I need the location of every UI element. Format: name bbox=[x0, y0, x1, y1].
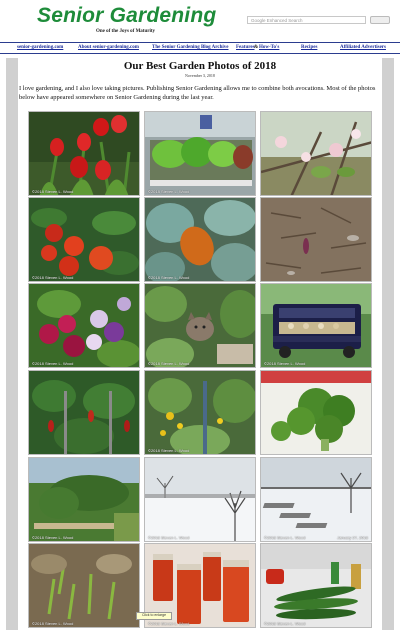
nav-recipes-link[interactable]: Recipes bbox=[301, 45, 317, 50]
photo-tomatoes[interactable]: ©2018 Steven L. Wood bbox=[28, 197, 140, 282]
right-sidebar bbox=[382, 58, 394, 630]
photo-garlic-shoots[interactable]: ©2018 Steven L. Wood bbox=[28, 543, 140, 628]
photo-snowy-yard[interactable]: ©2018 Steven L. Wood bbox=[144, 457, 256, 542]
nav-ampersand: & bbox=[254, 45, 259, 50]
photo-yellow-blooms[interactable]: ©2018 Steven L. Wood bbox=[144, 370, 256, 455]
nav-home-link[interactable]: senior-gardening.com bbox=[17, 45, 63, 50]
nav-about-link[interactable]: About senior-gardening.com bbox=[78, 45, 139, 50]
photo-petunias[interactable]: ©2018 Steven L. Wood bbox=[28, 283, 140, 368]
search-input[interactable]: Google Enhanced Search bbox=[247, 16, 366, 24]
photo-credit: ©2018 Steven L. Wood bbox=[148, 621, 190, 626]
photo-credit: ©2018 Steven L. Wood bbox=[148, 448, 190, 453]
photo-credit: ©2018 Steven L. Wood bbox=[148, 535, 190, 540]
page-title: Our Best Garden Photos of 2018 bbox=[123, 60, 277, 72]
nav-features-link[interactable]: Features bbox=[236, 45, 255, 50]
photo-cat-in-garden[interactable]: ©2018 Steven L. Wood bbox=[144, 283, 256, 368]
post-date: November 3, 2018 bbox=[185, 73, 215, 78]
photo-credit: ©2018 Steven L. Wood bbox=[32, 189, 74, 194]
site-logo[interactable]: Senior Gardening bbox=[37, 4, 216, 28]
photo-snowy-beds[interactable]: ©2018 Steven L. Wood January 27, 2018 bbox=[260, 457, 372, 542]
photo-credit: ©2018 Steven L. Wood bbox=[148, 361, 190, 366]
photo-date: January 27, 2018 bbox=[337, 535, 368, 540]
photo-credit: ©2018 Steven L. Wood bbox=[148, 275, 190, 280]
photo-squash-leaves[interactable]: ©2018 Steven L. Wood bbox=[144, 197, 256, 282]
nav-archive-link[interactable]: The Senior Gardening Blog Archive bbox=[152, 45, 229, 50]
photo-credit: ©2018 Steven L. Wood bbox=[32, 535, 74, 540]
site-tagline: One of the Joys of Maturity bbox=[96, 29, 156, 34]
intro-text: I love gardening, and I also love taking… bbox=[19, 85, 376, 101]
photo-raised-beds[interactable]: ©2018 Steven L. Wood bbox=[28, 457, 140, 542]
search-button[interactable] bbox=[370, 16, 390, 24]
photo-credit: ©2018 Steven L. Wood bbox=[264, 361, 306, 366]
photo-broccoli[interactable] bbox=[260, 370, 372, 455]
photo-credit: ©2018 Steven L. Wood bbox=[264, 535, 306, 540]
left-sidebar bbox=[6, 58, 18, 630]
photo-credit: ©2018 Steven L. Wood bbox=[264, 621, 306, 626]
photo-peppers[interactable] bbox=[28, 370, 140, 455]
nav-advertisers-link[interactable]: Affiliated Advertisers bbox=[340, 45, 386, 50]
photo-apple-blossoms[interactable] bbox=[260, 111, 372, 196]
photo-credit: ©2018 Steven L. Wood bbox=[32, 361, 74, 366]
photo-credit: ©2018 Steven L. Wood bbox=[32, 621, 74, 626]
site-header: Senior Gardening One of the Joys of Matu… bbox=[0, 0, 400, 44]
photo-tulips[interactable]: ©2018 Steven L. Wood bbox=[28, 111, 140, 196]
photo-cucumbers[interactable]: ©2018 Steven L. Wood bbox=[260, 543, 372, 628]
photo-credit: ©2018 Steven L. Wood bbox=[148, 189, 190, 194]
enlarge-tooltip: Click to enlarge bbox=[136, 612, 172, 620]
photo-credit: ©2018 Steven L. Wood bbox=[32, 275, 74, 280]
photo-soil-sprouts[interactable] bbox=[260, 197, 372, 282]
photo-lettuce-tray[interactable]: ©2018 Steven L. Wood bbox=[144, 111, 256, 196]
top-nav: senior-gardening.com About senior-garden… bbox=[0, 42, 400, 54]
nav-howtos-link[interactable]: How-To's bbox=[259, 45, 279, 50]
photo-truck-harvest[interactable]: ©2018 Steven L. Wood bbox=[260, 283, 372, 368]
